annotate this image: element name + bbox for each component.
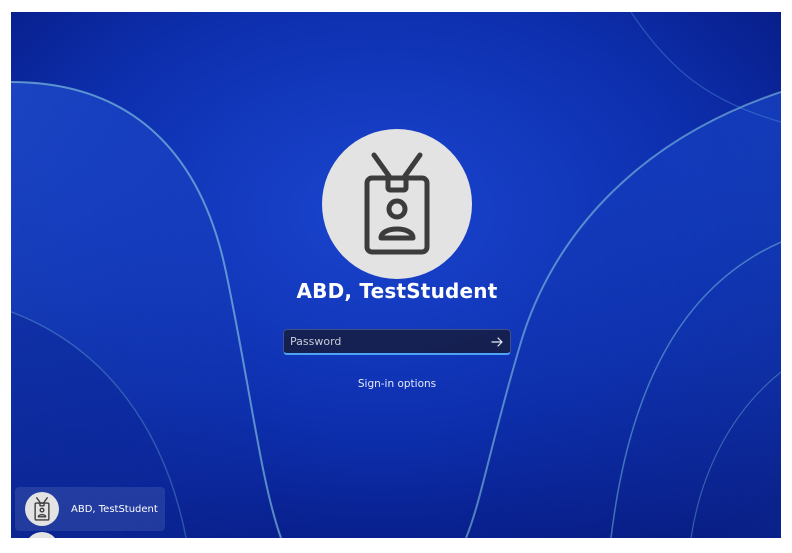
user-name: ABD, TestStudent bbox=[296, 279, 498, 303]
user-tile-avatar bbox=[25, 492, 59, 526]
user-tile-name: ABD, TestStudent bbox=[71, 503, 158, 515]
user-tile[interactable]: ABD, TestStudent bbox=[15, 487, 165, 531]
arrow-right-icon bbox=[491, 336, 503, 347]
password-input[interactable] bbox=[284, 330, 484, 353]
lock-screen: ABD, TestStudent Sign-in options ABD, Te… bbox=[11, 12, 781, 538]
id-badge-icon bbox=[364, 152, 430, 255]
password-field[interactable] bbox=[283, 329, 511, 355]
submit-button[interactable] bbox=[484, 331, 510, 353]
id-badge-icon bbox=[34, 497, 50, 521]
user-avatar bbox=[322, 129, 472, 279]
sign-in-options-link[interactable]: Sign-in options bbox=[311, 378, 483, 390]
